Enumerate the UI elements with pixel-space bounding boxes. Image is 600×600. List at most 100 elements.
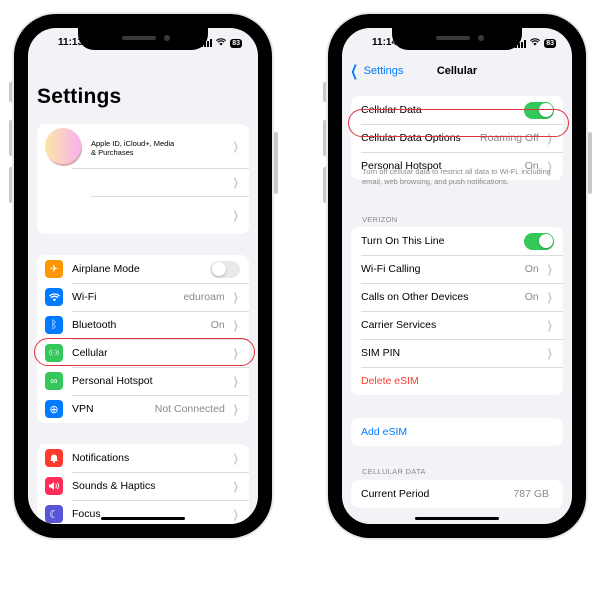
avatar [45,128,81,164]
globe-icon: ⊕ [45,400,63,418]
bluetooth-icon: ᛒ [45,316,63,334]
airplane-mode-toggle[interactable] [210,260,240,278]
notifications-group: Notifications ❯ Sounds & Haptics ❯ ☾ Foc… [37,444,249,524]
row-label: Add eSIM [361,426,408,438]
settings-row-sounds-haptics[interactable]: Sounds & Haptics ❯ [37,472,249,500]
settings-row-vpn[interactable]: ⊕ VPN Not Connected ❯ [37,395,249,423]
settings-screen: 11:13 83 Settings Apple ID, iCloud+, Med… [28,28,258,524]
chevron-right-icon: ❯ [232,374,239,388]
row-carrier-services[interactable]: Carrier Services ❯ [351,311,563,339]
row-label: SIM PIN [361,347,401,359]
apple-id-group: Apple ID, iCloud+, Media & Purchases ❯ ❯… [37,124,249,234]
current-period-value: 787 GB [513,488,549,500]
cellular-data-section-header: CELLULAR DATA [362,467,426,476]
notch [78,28,208,50]
row-label: Turn On This Line [361,235,445,247]
cellular-data-footnote: Turn off cellular data to restrict all d… [362,167,551,186]
nav-title: Cellular [436,65,478,77]
settings-row-wifi[interactable]: Wi-Fi eduroam ❯ [37,283,249,311]
vpn-status-value: Not Connected [154,403,225,415]
phone-cellular: 11:14 83 ❮ Settings Cellular Cellular Da… [326,12,588,540]
settings-row-airplane-mode[interactable]: ✈ Airplane Mode [37,255,249,283]
wifi-status-icon [530,38,541,49]
row-label: Cellular [72,347,108,359]
wifi-calling-value: On [524,263,539,275]
row-cellular-data-options[interactable]: Cellular Data Options Roaming Off ❯ [351,124,563,152]
row-sim-pin[interactable]: SIM PIN ❯ [351,339,563,367]
home-indicator[interactable] [101,517,185,520]
line-toggle[interactable] [524,232,554,250]
row-label: Carrier Services [361,319,437,331]
profile-row-blank-2[interactable]: ❯ [37,196,249,234]
home-indicator[interactable] [415,517,499,520]
page-title: Settings [37,85,122,108]
add-esim-group: Add eSIM [351,418,563,446]
speaker-icon [45,477,63,495]
chevron-right-icon: ❯ [546,346,553,360]
row-label: Wi-Fi Calling [361,263,421,275]
wifi-status-icon [216,38,227,48]
settings-row-personal-hotspot[interactable]: ∞ Personal Hotspot ❯ [37,367,249,395]
chevron-right-icon: ❯ [232,346,239,360]
apple-id-text-line1: Apple ID, iCloud+, Media [91,139,175,148]
power-button [274,132,278,194]
row-label: Calls on Other Devices [361,291,469,303]
antenna-icon: ((·)) [45,344,63,362]
carrier-section-header: VERIZON [362,215,398,224]
chevron-right-icon: ❯ [232,507,239,521]
row-label: Personal Hotspot [72,375,153,387]
chevron-right-icon: ❯ [232,175,239,189]
connectivity-group: ✈ Airplane Mode Wi-Fi eduroam ❯ ᛒ Blueto… [37,255,249,423]
chevron-right-icon: ❯ [232,451,239,465]
power-button [588,132,592,194]
wifi-network-value: eduroam [183,291,225,303]
wifi-icon [45,288,63,306]
apple-id-text-line2: & Purchases [91,148,134,157]
bell-icon [45,449,63,467]
row-label: Delete eSIM [361,375,419,387]
settings-row-bluetooth[interactable]: ᛒ Bluetooth On ❯ [37,311,249,339]
profile-row-blank-1[interactable]: ❯ [37,168,249,196]
nav-bar: ❮ Settings Cellular [342,64,572,84]
row-label: Airplane Mode [72,263,140,275]
carrier-group: Turn On This Line Wi-Fi Calling On ❯ Cal… [351,227,563,395]
apple-id-row[interactable]: Apple ID, iCloud+, Media & Purchases ❯ [37,124,249,168]
row-label: VPN [72,403,94,415]
settings-row-focus[interactable]: ☾ Focus ❯ [37,500,249,524]
delete-esim-button[interactable]: Delete eSIM [351,367,563,395]
row-turn-on-this-line[interactable]: Turn On This Line [351,227,563,255]
row-label: Wi-Fi [72,291,97,303]
cellular-screen: 11:14 83 ❮ Settings Cellular Cellular Da… [342,28,572,524]
settings-row-cellular[interactable]: ((·)) Cellular ❯ [37,339,249,367]
cellular-data-toggle[interactable] [524,101,554,119]
chevron-right-icon: ❯ [546,290,553,304]
row-calls-other-devices[interactable]: Calls on Other Devices On ❯ [351,283,563,311]
roaming-value: Roaming Off [480,132,539,144]
row-label: Cellular Data Options [361,132,461,144]
chevron-right-icon: ❯ [232,318,239,332]
bluetooth-value: On [210,319,225,331]
chevron-right-icon: ❯ [232,139,239,153]
battery-icon: 83 [544,39,556,48]
moon-icon: ☾ [45,505,63,523]
airplane-icon: ✈ [45,260,63,278]
row-cellular-data[interactable]: Cellular Data [351,96,563,124]
chevron-right-icon: ❯ [232,402,239,416]
row-label: Bluetooth [72,319,117,331]
chevron-right-icon: ❯ [232,290,239,304]
chevron-right-icon: ❯ [232,479,239,493]
chevron-right-icon: ❯ [232,208,239,222]
add-esim-button[interactable]: Add eSIM [351,418,563,446]
row-label: Sounds & Haptics [72,480,156,492]
chevron-right-icon: ❯ [546,262,553,276]
row-label: Cellular Data [361,104,422,116]
settings-row-notifications[interactable]: Notifications ❯ [37,444,249,472]
notch [392,28,522,50]
row-label: Current Period [361,488,430,500]
row-wifi-calling[interactable]: Wi-Fi Calling On ❯ [351,255,563,283]
row-label: Notifications [72,452,130,464]
phone-settings: 11:13 83 Settings Apple ID, iCloud+, Med… [12,12,274,540]
calls-other-devices-value: On [524,291,539,303]
usage-group: Current Period 787 GB [351,480,563,508]
row-current-period: Current Period 787 GB [351,480,563,508]
